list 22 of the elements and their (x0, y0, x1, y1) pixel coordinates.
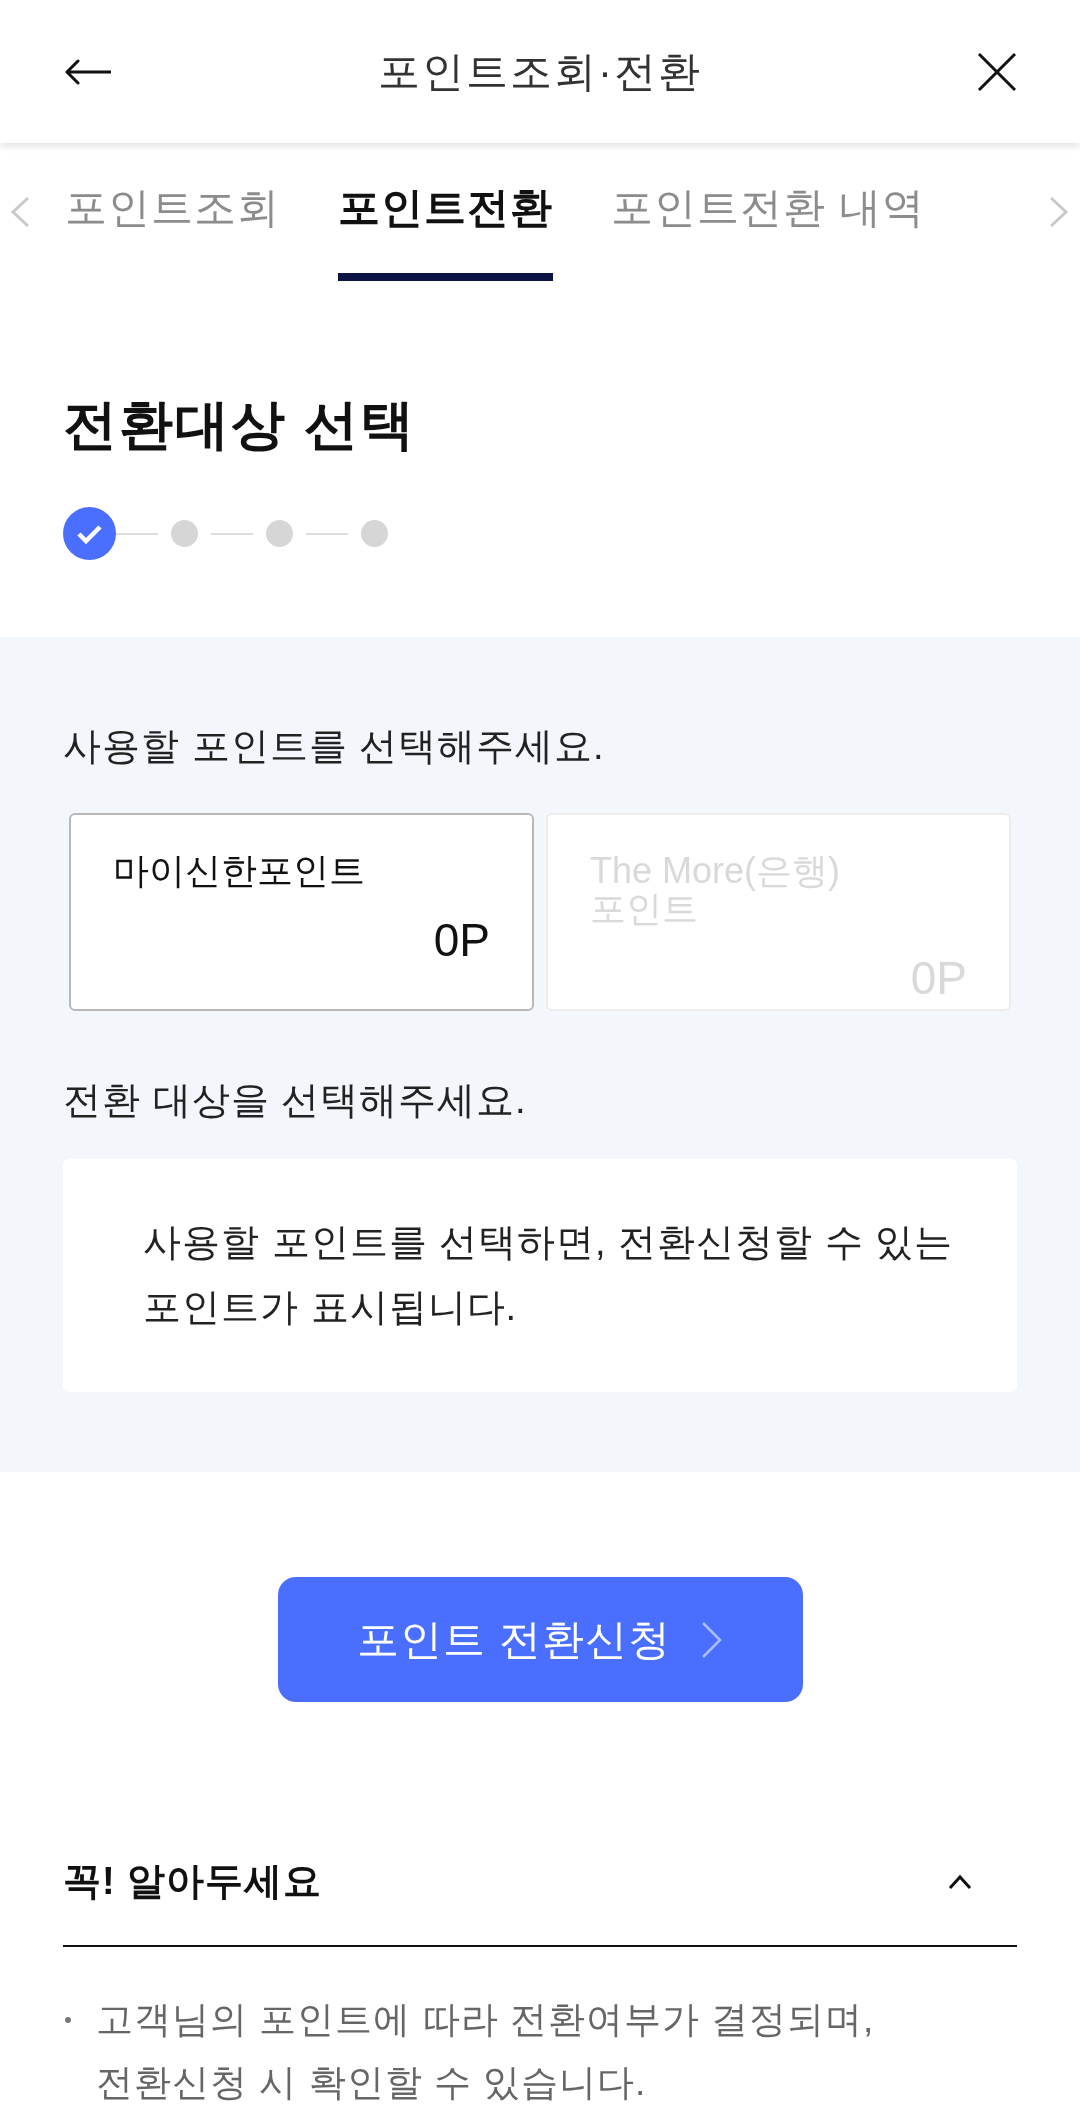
step-connector-line (116, 532, 158, 535)
point-option-card[interactable]: 마이신한포인트 0P (69, 813, 534, 1011)
notice-title: 꼭! 알아두세요 (63, 1859, 323, 1904)
submit-button[interactable]: 포인트 전환신청 (277, 1577, 803, 1702)
section-title: 전환대상 선택 (63, 393, 417, 456)
bullet-icon (65, 2017, 71, 2023)
chevron-right-icon (700, 1620, 723, 1659)
header-title: 포인트조회·전환 (378, 46, 702, 97)
caret-up-icon[interactable] (948, 1874, 972, 1890)
section-prompt: 전환 대상을 선택해주세요. (63, 1078, 528, 1123)
section-prompt: 사용할 포인트를 선택해주세요. (63, 724, 606, 769)
info-message: 사용할 포인트를 선택하면, 전환신청할 수 있는 포인트가 표시됩니다. (143, 1220, 955, 1330)
back-arrow-icon[interactable] (63, 57, 111, 86)
point-name: 마이신한포인트 (113, 852, 366, 890)
step-connector-line (306, 532, 348, 535)
tab[interactable]: 포인트조회 (65, 143, 280, 281)
tab[interactable]: 포인트전환 내역 (611, 143, 925, 281)
notice-item: 고객님의 포인트에 따라 전환여부가 결정되며, 전환신청 시 확인할 수 있습니다. (96, 1998, 876, 2105)
step-connector-line (211, 532, 253, 535)
tab[interactable]: 포인트전환 (338, 143, 553, 281)
point-balance: 0P (433, 913, 490, 968)
close-icon[interactable] (977, 51, 1017, 92)
